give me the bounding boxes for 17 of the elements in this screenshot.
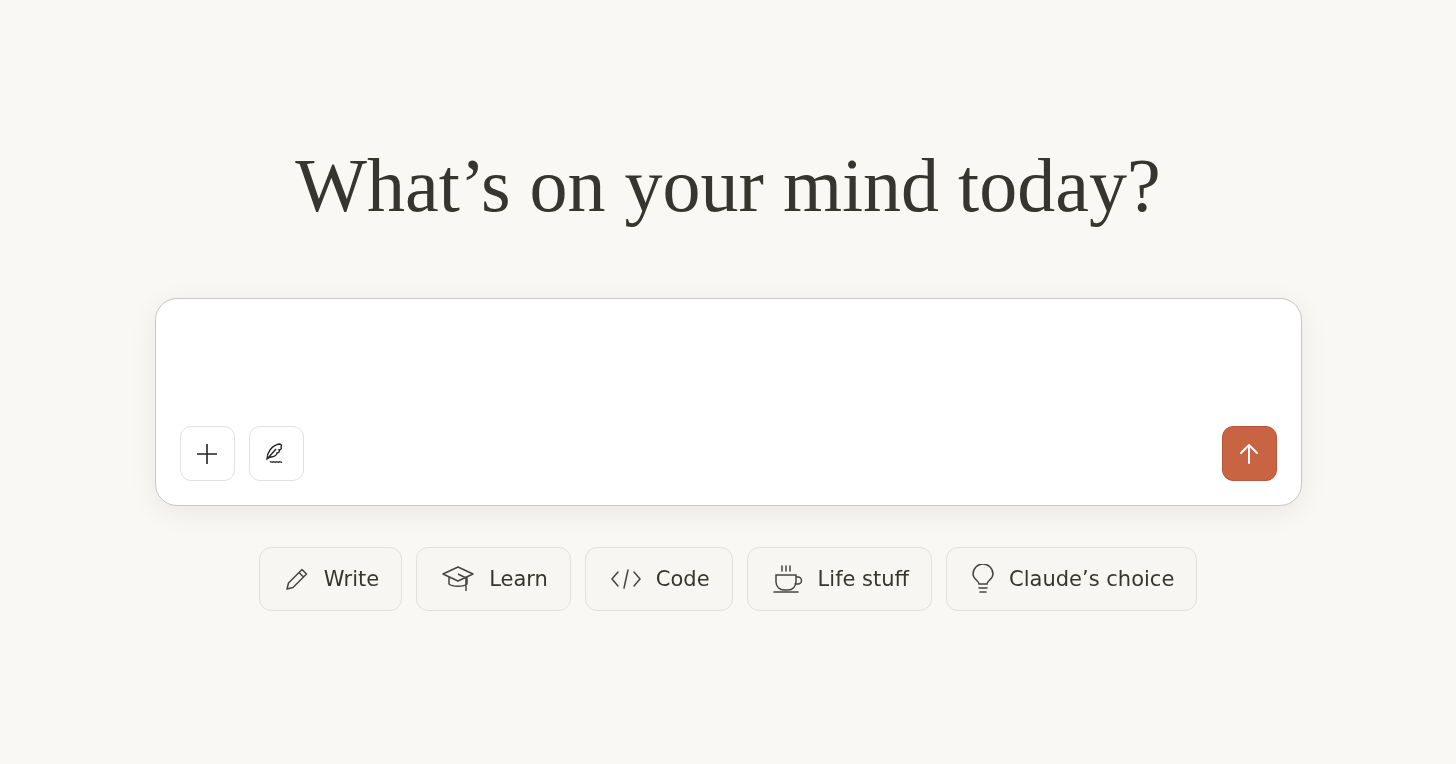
suggestion-chip[interactable]: Code bbox=[584, 547, 733, 611]
page-heading: What’s on your mind today? bbox=[295, 142, 1161, 229]
message-input[interactable] bbox=[154, 298, 1302, 506]
pencil-icon bbox=[283, 566, 310, 592]
code-icon bbox=[609, 568, 642, 590]
suggestion-chip[interactable]: Write bbox=[258, 547, 403, 611]
style-button[interactable] bbox=[248, 426, 304, 481]
cup-icon bbox=[771, 564, 804, 594]
lightbulb-icon bbox=[971, 564, 996, 594]
plus-icon bbox=[196, 442, 218, 465]
add-button[interactable] bbox=[179, 426, 235, 481]
suggestion-chip[interactable]: Claude’s choice bbox=[946, 547, 1198, 611]
send-button[interactable] bbox=[1221, 426, 1277, 481]
suggestion-chip[interactable]: Learn bbox=[416, 547, 571, 611]
arrow-up-icon bbox=[1239, 442, 1259, 465]
graduation-cap-icon bbox=[441, 565, 476, 593]
suggestion-chip[interactable]: Life stuff bbox=[746, 547, 933, 611]
